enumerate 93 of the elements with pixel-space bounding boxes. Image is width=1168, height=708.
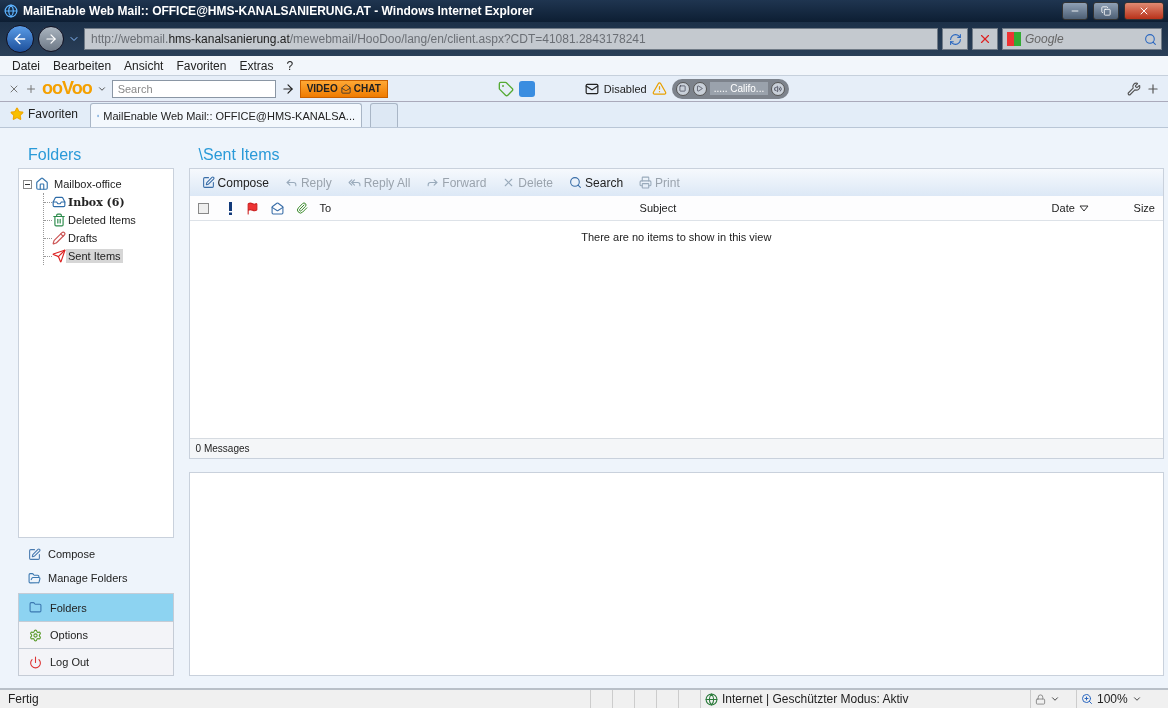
tree-item[interactable]: Deleted Items [66, 213, 138, 227]
go-icon [280, 81, 295, 96]
toolbar-button[interactable]: Compose [201, 175, 269, 190]
send-icon [52, 249, 66, 263]
caret-icon [1050, 694, 1060, 704]
attachment-icon [295, 202, 308, 214]
toolbar-logo: ooVoo [42, 78, 92, 99]
tree-item[interactable]: Inbox (6) [66, 194, 127, 210]
reply-all-icon [347, 176, 361, 189]
collapse-icon[interactable] [23, 179, 32, 189]
close-icon [1138, 5, 1150, 17]
search-icon [569, 176, 583, 189]
envelope-icon [270, 201, 284, 215]
compose-icon [201, 176, 215, 189]
trash-icon [52, 213, 66, 227]
folder-icon [29, 601, 42, 614]
nav-link[interactable]: Compose [18, 542, 174, 566]
tree-item[interactable]: Mailbox-office [52, 177, 124, 191]
skype-icon[interactable] [518, 80, 535, 97]
nav-item[interactable]: Options [19, 621, 173, 648]
restore-icon [1101, 6, 1111, 16]
add-icon [1146, 81, 1160, 96]
security-zone[interactable]: Internet | Geschützter Modus: Aktiv [700, 690, 1030, 708]
column-heading[interactable]: Date [1051, 202, 1134, 214]
lock-icon [1035, 693, 1046, 705]
video-chat-button[interactable]: VIDEO CHAT [299, 79, 388, 98]
stop-button[interactable] [972, 28, 998, 50]
forward-icon [426, 176, 440, 189]
column-heading[interactable]: Size [1133, 202, 1155, 214]
menu-item[interactable]: ? [286, 58, 294, 73]
message-count: 0 Messages [195, 443, 250, 454]
reply-icon [284, 176, 298, 189]
search-icon [1144, 32, 1157, 46]
menu-item[interactable]: Bearbeiten [53, 58, 112, 73]
globe-icon [705, 692, 718, 706]
star-icon [10, 107, 24, 121]
menu-item[interactable]: Datei [12, 58, 40, 73]
search-provider-icon [1007, 32, 1021, 46]
close-button[interactable] [1124, 2, 1164, 20]
menu-item[interactable]: Favoriten [176, 58, 227, 73]
volume-icon [774, 84, 783, 93]
power-icon [29, 655, 42, 669]
forward-arrow-icon [44, 32, 58, 46]
back-button[interactable] [6, 25, 34, 53]
print-icon [639, 176, 653, 189]
popup-blocker-status[interactable]: Disabled [603, 82, 647, 95]
nav-item[interactable]: Log Out [19, 648, 173, 675]
tree-item[interactable]: Sent Items [66, 249, 123, 263]
restore-button[interactable] [1093, 2, 1119, 20]
minimize-button[interactable] [1062, 2, 1088, 20]
select-all-checkbox[interactable] [197, 202, 209, 214]
pane-title: \Sent Items [197, 145, 281, 165]
nav-item[interactable]: Folders [19, 594, 173, 621]
priority-icon [228, 201, 232, 215]
favorites-button[interactable]: Favoriten [6, 103, 83, 125]
stop-icon [679, 85, 687, 92]
radio-station: ..... Califo... [713, 83, 765, 94]
refresh-button[interactable] [942, 28, 968, 50]
stop-icon [978, 32, 992, 46]
window-title: MailEnable Web Mail:: OFFICE@HMS-KANALSANIERUNG.AT - Windows Internet Explorer [23, 4, 535, 18]
tree-item[interactable]: Drafts [66, 231, 100, 245]
flag-icon [245, 201, 259, 215]
nav-link[interactable]: Manage Folders [18, 566, 174, 590]
wrench-icon [1127, 81, 1141, 96]
zoom-icon [1081, 693, 1093, 705]
sort-icon [1078, 204, 1089, 212]
pencil-icon [52, 231, 66, 245]
pane-title: Folders [27, 145, 83, 165]
menu-item[interactable]: Extras [239, 58, 274, 73]
inbox-icon [52, 195, 66, 209]
forward-button[interactable] [38, 26, 64, 52]
toolbar-button[interactable]: Search [569, 175, 624, 190]
address-field[interactable]: http://webmail.hms-kanalsanierung.at/mewebmail/HooDoo/lang/en/client.aspx?CDT=41081.2843178241 [84, 28, 938, 50]
folder-icon [28, 571, 41, 585]
gears-icon [29, 628, 42, 642]
browser-tab[interactable]: MailEnable Web Mail:: OFFICE@HMS-KANALSA... [90, 103, 363, 127]
compose-icon [28, 547, 41, 561]
warning-icon [651, 81, 667, 96]
add-icon [25, 82, 37, 95]
mailbox-icon [35, 177, 49, 191]
menu-item[interactable]: Ansicht [124, 58, 164, 73]
search-field[interactable]: Search [111, 79, 276, 98]
search-field[interactable]: Google [1002, 28, 1162, 50]
column-heading[interactable]: To [319, 202, 640, 214]
play-icon [696, 85, 704, 92]
refresh-icon [948, 32, 962, 46]
mail-icon [584, 81, 599, 96]
zoom-level[interactable]: 100% [1076, 690, 1156, 708]
status-text: Fertig [7, 692, 40, 706]
caret-icon [1131, 694, 1142, 704]
tag-icon [497, 80, 514, 97]
column-heading[interactable]: Subject [639, 202, 1052, 214]
empty-message: There are no items to show in this view [581, 231, 772, 245]
